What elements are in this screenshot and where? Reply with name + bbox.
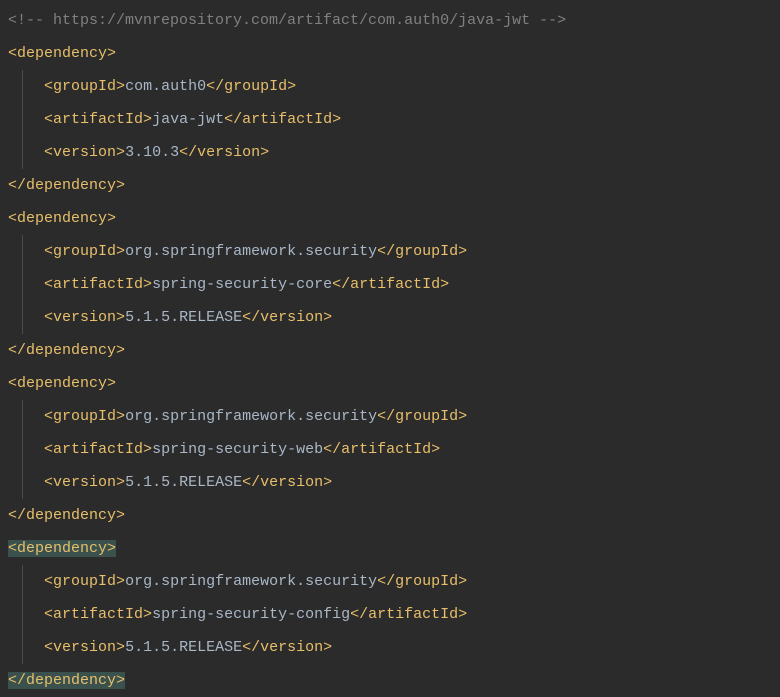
xml-comment: <!-- https://mvnrepository.com/artifact/… <box>0 4 780 37</box>
dependency-close-tag: </dependency> <box>0 334 780 367</box>
version-value: 3.10.3 <box>125 144 179 161</box>
dependency-close-tag: </dependency> <box>0 664 780 697</box>
artifactid-value: spring-security-web <box>152 441 323 458</box>
artifactid-line: <artifactId>spring-security-core</artifa… <box>0 268 780 301</box>
groupid-value: org.springframework.security <box>125 573 377 590</box>
dependency-open-tag: <dependency> <box>0 367 780 400</box>
code-editor[interactable]: <!-- https://mvnrepository.com/artifact/… <box>0 4 780 697</box>
dependency-close-tag: </dependency> <box>0 169 780 202</box>
dependency-open-tag: <dependency> <box>0 532 780 565</box>
artifactid-line: <artifactId>java-jwt</artifactId> <box>0 103 780 136</box>
version-line: <version>5.1.5.RELEASE</version> <box>0 631 780 664</box>
groupid-line: <groupId>org.springframework.security</g… <box>0 565 780 598</box>
version-line: <version>5.1.5.RELEASE</version> <box>0 466 780 499</box>
artifactid-value: java-jwt <box>152 111 224 128</box>
dependency-open-tag: <dependency> <box>0 202 780 235</box>
groupid-value: org.springframework.security <box>125 243 377 260</box>
groupid-line: <groupId>org.springframework.security</g… <box>0 400 780 433</box>
artifactid-value: spring-security-config <box>152 606 350 623</box>
groupid-value: org.springframework.security <box>125 408 377 425</box>
artifactid-value: spring-security-core <box>152 276 332 293</box>
dependency-close-tag: </dependency> <box>0 499 780 532</box>
version-value: 5.1.5.RELEASE <box>125 639 242 656</box>
version-line: <version>3.10.3</version> <box>0 136 780 169</box>
version-value: 5.1.5.RELEASE <box>125 309 242 326</box>
groupid-line: <groupId>com.auth0</groupId> <box>0 70 780 103</box>
version-line: <version>5.1.5.RELEASE</version> <box>0 301 780 334</box>
version-value: 5.1.5.RELEASE <box>125 474 242 491</box>
artifactid-line: <artifactId>spring-security-config</arti… <box>0 598 780 631</box>
groupid-value: com.auth0 <box>125 78 206 95</box>
artifactid-line: <artifactId>spring-security-web</artifac… <box>0 433 780 466</box>
groupid-line: <groupId>org.springframework.security</g… <box>0 235 780 268</box>
dependency-open-tag: <dependency> <box>0 37 780 70</box>
